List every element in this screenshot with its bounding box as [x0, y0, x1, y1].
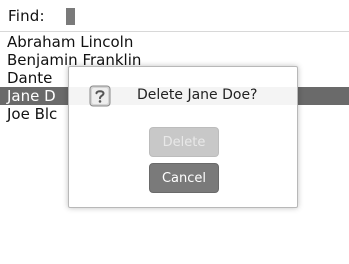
delete-button[interactable]: Delete — [149, 127, 219, 157]
contact-name: Abraham Lincoln — [7, 33, 134, 51]
text-cursor — [66, 8, 75, 25]
question-icon — [89, 85, 111, 107]
delete-confirm-dialog: Delete Jane Doe? Delete Cancel — [68, 66, 298, 208]
delete-button-label: Delete — [162, 135, 206, 150]
contact-name: Dante — [7, 69, 53, 87]
dialog-message: Delete Jane Doe? — [137, 87, 258, 103]
cancel-button[interactable]: Cancel — [149, 163, 219, 193]
find-label: Find: — [8, 7, 45, 25]
find-input[interactable] — [52, 6, 232, 26]
contact-name: Jane D — [7, 87, 56, 105]
contact-list-item[interactable]: Abraham Lincoln — [0, 33, 349, 51]
cancel-button-label: Cancel — [161, 171, 207, 186]
contacts-screen: Find: Abraham Lincoln Benjamin Franklin … — [0, 0, 349, 264]
contact-name: Joe Blc — [7, 105, 58, 123]
find-bar: Find: — [0, 0, 349, 32]
